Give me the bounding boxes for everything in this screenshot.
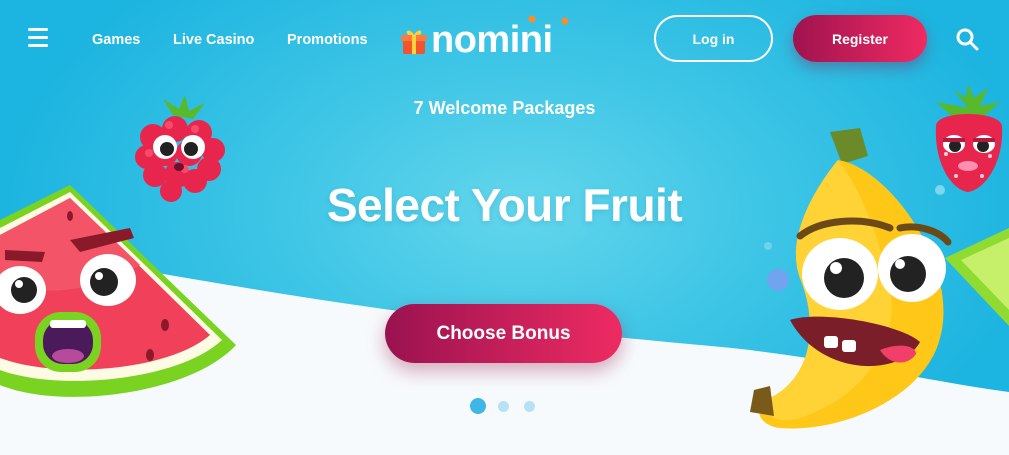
nav-link-promotions[interactable]: Promotions — [287, 32, 368, 48]
carousel-dot-1[interactable] — [470, 398, 486, 414]
carousel-dot-2[interactable] — [498, 401, 509, 412]
hero-title: Select Your Fruit — [326, 179, 683, 231]
nav-link-games[interactable]: Games — [92, 32, 140, 48]
site-header: Games Live Casino Promotions nomini Log … — [0, 0, 1009, 80]
carousel-dot-3[interactable] — [524, 401, 535, 412]
hero-banner: Games Live Casino Promotions nomini Log … — [0, 0, 1009, 455]
hero-subtitle: 7 Welcome Packages — [413, 98, 596, 118]
nomini-logo[interactable]: nomini — [400, 14, 580, 64]
banana-character — [750, 128, 952, 429]
choose-bonus-button[interactable]: Choose Bonus — [385, 304, 622, 363]
search-icon[interactable] — [955, 27, 979, 51]
gift-box-icon — [401, 30, 427, 54]
login-button[interactable]: Log in — [654, 15, 773, 62]
hamburger-menu-icon[interactable] — [28, 28, 48, 52]
carousel-dots — [470, 398, 550, 414]
logo-text: nomini — [431, 19, 553, 61]
register-button[interactable]: Register — [793, 15, 927, 62]
nav-link-live-casino[interactable]: Live Casino — [173, 32, 254, 48]
